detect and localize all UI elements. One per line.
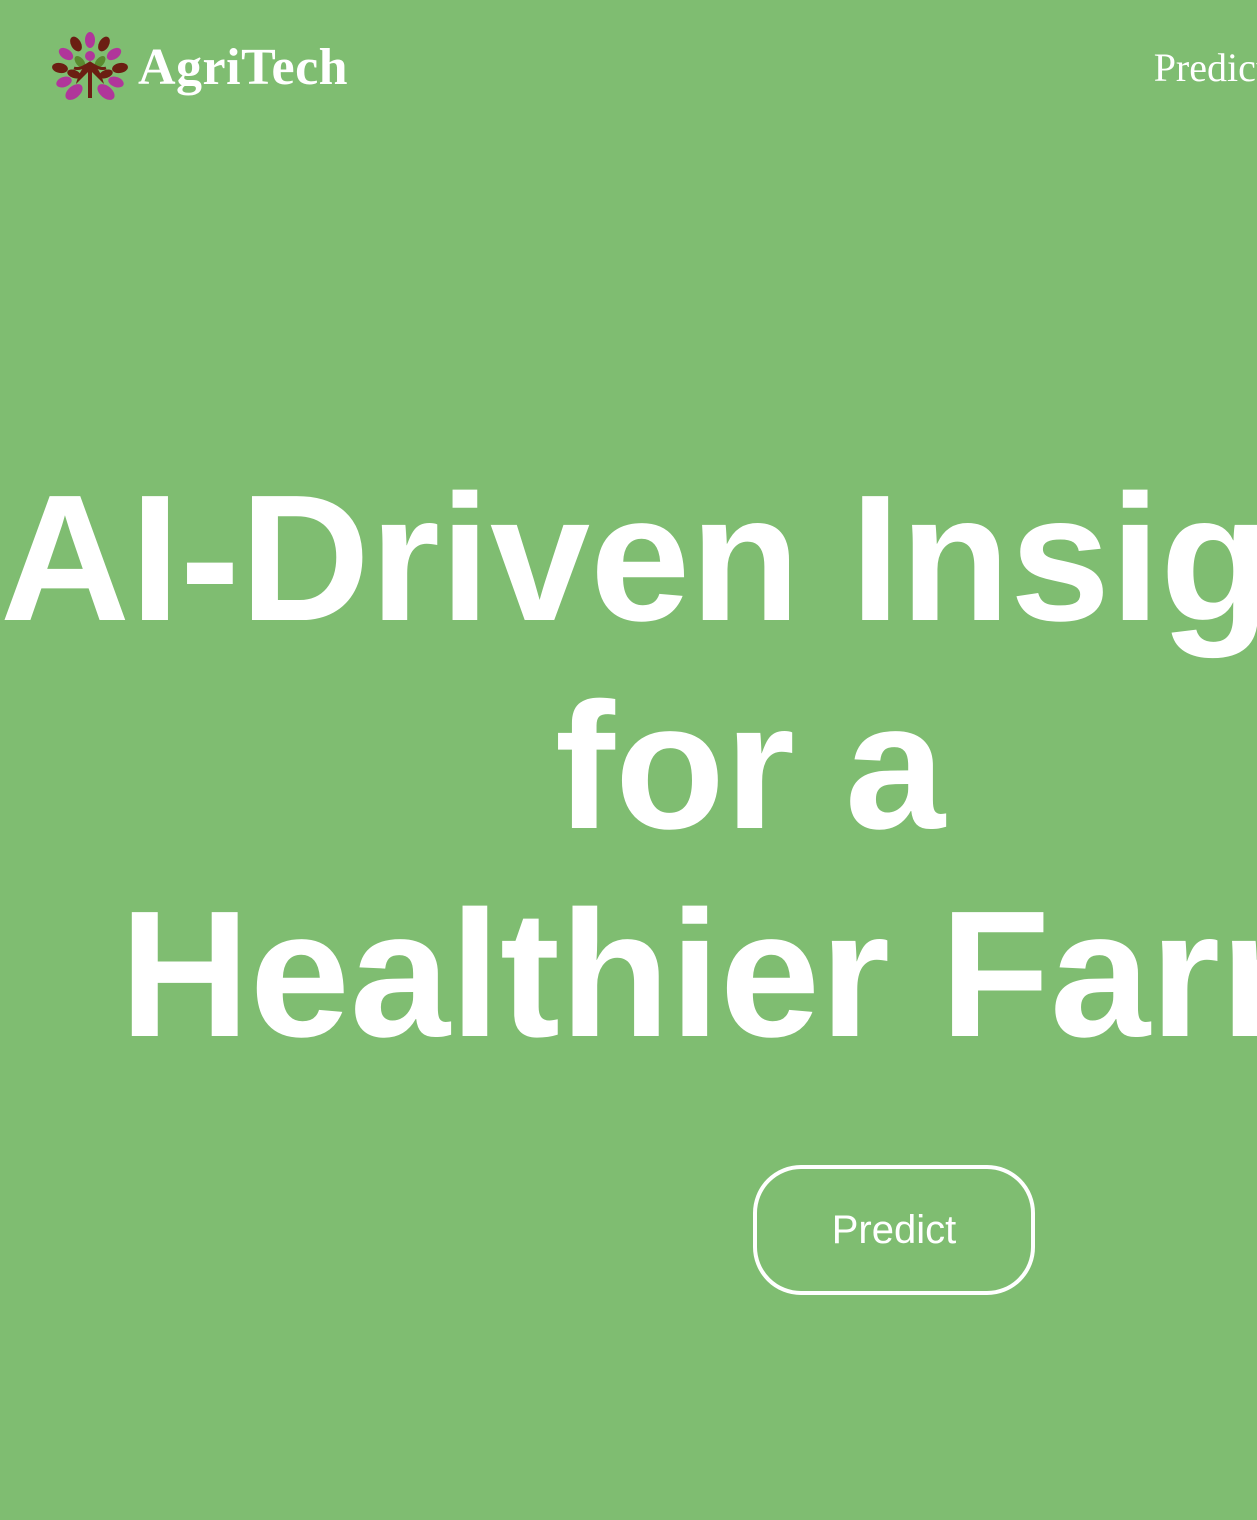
hero-title-line-3: Healthier Farm	[119, 874, 1257, 1075]
hero-title-line-1: AI-Driven Insights	[0, 458, 1257, 659]
nav-link-predict[interactable]: Predict	[1154, 42, 1257, 94]
main-nav: Predict	[1154, 42, 1257, 94]
hero-title-line-2: for a	[554, 666, 946, 867]
brand-name: AgriTech	[138, 39, 349, 96]
hero-section: AI-Driven Insights for a Healthier Farm	[0, 455, 1257, 1075]
predict-button[interactable]: Predict	[753, 1165, 1035, 1295]
tree-figure-logo-icon	[52, 32, 128, 100]
hero-title: AI-Driven Insights for a Healthier Farm	[0, 455, 1257, 1075]
brand[interactable]: AgriTech	[52, 32, 348, 104]
